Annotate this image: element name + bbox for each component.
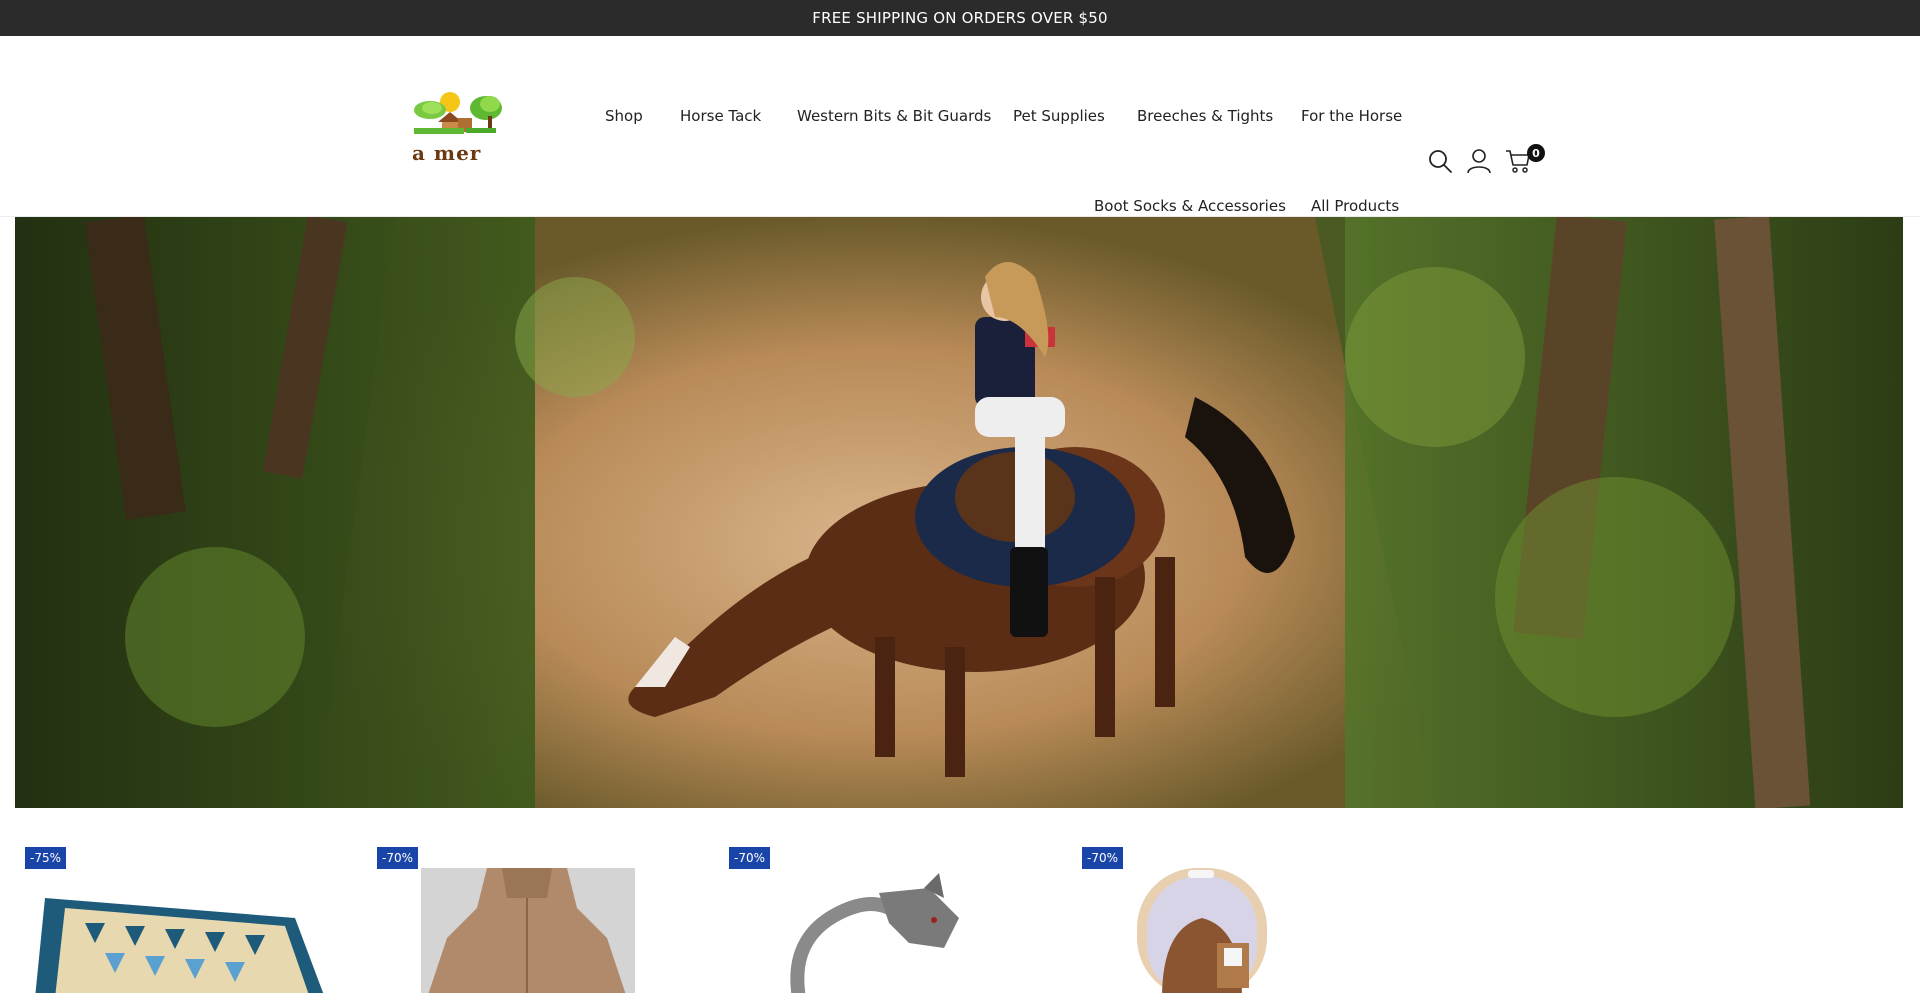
discount-badge: -75% [25,847,67,869]
announcement-text: FREE SHIPPING ON ORDERS OVER $50 [812,9,1108,27]
discount-badge: -70% [1082,847,1124,869]
discount-badge: -70% [729,847,771,869]
search-icon [1429,150,1452,173]
hero-banner[interactable] [15,217,1903,808]
nav-item-shop[interactable]: Shop [605,107,643,125]
nav-item-pet-supplies[interactable]: Pet Supplies [1013,107,1105,125]
account-button[interactable] [1464,146,1494,176]
nav-item-horse-tack[interactable]: Horse Tack [680,107,761,125]
product-image [35,898,324,993]
product-card[interactable] [1082,838,1412,993]
product-image [1137,868,1267,993]
hero-image [15,217,1903,808]
product-strip: -75% -70% -70% -70% [0,808,1920,993]
nav-item-breeches-tights[interactable]: Breeches & Tights [1137,107,1273,125]
nav-item-western-bits[interactable]: Western Bits & Bit Guards [797,107,991,125]
announcement-bar: FREE SHIPPING ON ORDERS OVER $50 [0,0,1920,36]
nav-item-for-the-horse[interactable]: For the Horse [1301,107,1402,125]
product-card[interactable] [25,838,355,993]
product-image [790,873,959,993]
product-image [421,868,635,993]
logo[interactable]: a mer [410,88,506,168]
cart-count-badge: 0 [1527,144,1545,162]
discount-badge: -70% [377,847,419,869]
search-button[interactable] [1425,146,1455,176]
product-card[interactable] [377,838,707,993]
nav-item-all-products[interactable]: All Products [1311,197,1399,215]
logo-icon [414,92,502,134]
user-icon [1467,149,1491,174]
logo-wordmark: a mer [412,141,482,165]
site-header: a mer Shop Horse Tack Western Bits & Bit… [0,36,1920,217]
nav-item-boot-socks[interactable]: Boot Socks & Accessories [1094,197,1286,215]
product-card[interactable] [729,838,1059,993]
